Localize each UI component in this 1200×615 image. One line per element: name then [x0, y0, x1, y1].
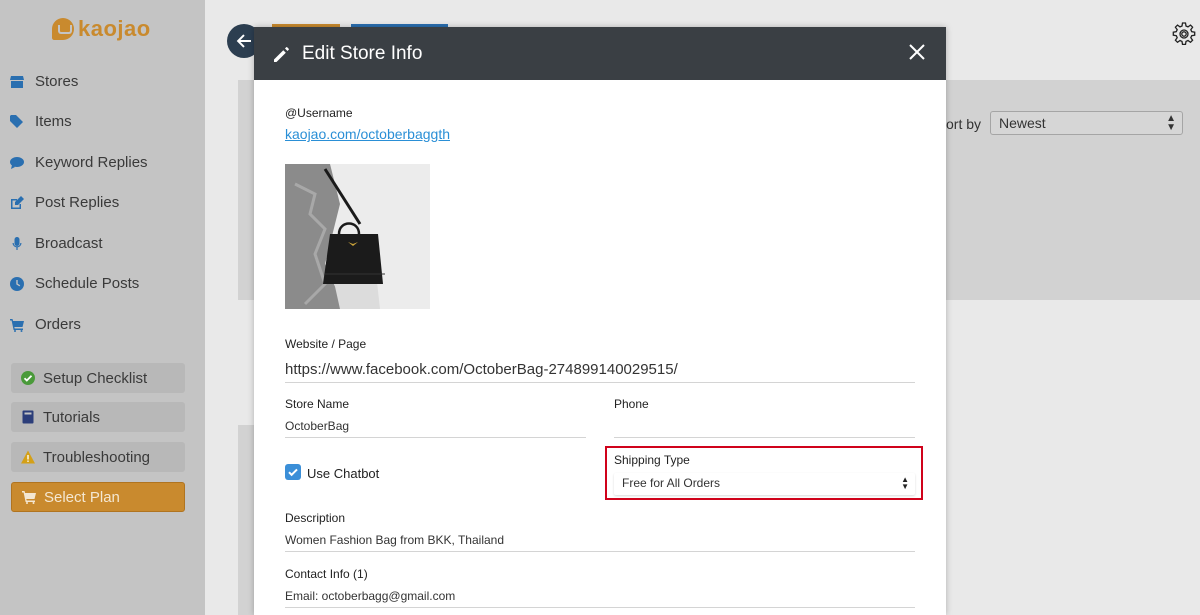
- contact-info-label: Contact Info (1): [285, 567, 368, 581]
- website-label: Website / Page: [285, 337, 367, 351]
- sidebar-item-label: Post Replies: [35, 194, 120, 211]
- sort-select[interactable]: Newest ▲ ▼: [990, 111, 1183, 135]
- shipping-type-label: Shipping Type: [614, 453, 690, 467]
- button-label: Setup Checklist: [43, 369, 148, 387]
- sidebar-item-schedule-posts[interactable]: Schedule Posts: [10, 275, 139, 292]
- description-label: Description: [285, 511, 346, 525]
- pencil-icon: [272, 44, 292, 64]
- checkmark-icon: [288, 468, 298, 477]
- cart-icon: [22, 490, 36, 504]
- setup-checklist-button[interactable]: Setup Checklist: [11, 363, 185, 393]
- select-plan-button[interactable]: Select Plan: [11, 482, 185, 512]
- store-photo: [285, 164, 430, 309]
- logo-icon: [52, 18, 74, 40]
- store-icon: [10, 75, 24, 89]
- shipping-type-value: Free for All Orders: [622, 476, 721, 490]
- store-name-input[interactable]: OctoberBag: [285, 419, 349, 433]
- modal-header: Edit Store Info: [254, 27, 946, 80]
- edit-store-modal: Edit Store Info @Username kaojao.com/oct…: [254, 27, 946, 615]
- cart-icon: [10, 318, 24, 332]
- chat-bubble-icon: [10, 156, 24, 170]
- check-circle-icon: [21, 371, 35, 385]
- store-image[interactable]: [285, 164, 430, 309]
- button-label: Select Plan: [44, 488, 120, 506]
- sidebar-item-label: Stores: [35, 73, 79, 90]
- sort-by-label: ort by: [946, 116, 982, 132]
- sidebar-item-keyword-replies[interactable]: Keyword Replies: [10, 154, 148, 171]
- sidebar-item-broadcast[interactable]: Broadcast: [10, 235, 103, 252]
- warning-icon: [21, 450, 35, 464]
- sidebar-item-orders[interactable]: Orders: [10, 316, 81, 333]
- use-chatbot-label: Use Chatbot: [307, 466, 380, 481]
- button-label: Troubleshooting: [43, 448, 151, 466]
- gear-icon: [1172, 22, 1196, 46]
- input-underline: [285, 551, 915, 552]
- tutorials-button[interactable]: Tutorials: [11, 402, 185, 432]
- select-arrows-icon: ▲ ▼: [901, 475, 909, 491]
- contact-info-input[interactable]: Email: octoberbagg@gmail.com: [285, 589, 455, 603]
- use-chatbot-checkbox[interactable]: [285, 464, 301, 480]
- phone-input[interactable]: [614, 419, 915, 435]
- sidebar-item-label: Schedule Posts: [35, 275, 140, 292]
- shipping-type-select[interactable]: Free for All Orders ▲ ▼: [614, 473, 915, 495]
- modal-title: Edit Store Info: [302, 42, 423, 64]
- select-arrows-icon: ▲ ▼: [1166, 113, 1176, 133]
- microphone-icon: [10, 236, 24, 251]
- sort-select-value: Newest: [999, 115, 1046, 131]
- sidebar-item-label: Broadcast: [35, 235, 103, 252]
- input-underline: [614, 437, 915, 438]
- arrow-left-icon: [236, 34, 251, 48]
- app-logo[interactable]: kaojao: [52, 16, 151, 42]
- sidebar-item-label: Orders: [35, 316, 81, 333]
- website-input[interactable]: https://www.facebook.com/OctoberBag-2748…: [285, 361, 678, 378]
- sidebar-item-label: Items: [35, 113, 72, 130]
- clock-icon: [10, 276, 24, 291]
- sidebar-item-label: Keyword Replies: [35, 154, 148, 171]
- description-input[interactable]: Women Fashion Bag from BKK, Thailand: [285, 533, 504, 547]
- troubleshooting-button[interactable]: Troubleshooting: [11, 442, 185, 472]
- tags-icon: [10, 114, 24, 129]
- close-icon: [909, 44, 925, 60]
- username-link[interactable]: kaojao.com/octoberbaggth: [285, 126, 450, 142]
- book-icon: [21, 410, 35, 424]
- edit-icon: [10, 195, 24, 210]
- phone-label: Phone: [614, 397, 649, 411]
- sidebar-item-stores[interactable]: Stores: [10, 73, 78, 90]
- button-label: Tutorials: [43, 408, 100, 426]
- username-label: @Username: [285, 106, 353, 120]
- sidebar-item-items[interactable]: Items: [10, 113, 72, 130]
- store-name-label: Store Name: [285, 397, 350, 411]
- input-underline: [285, 437, 586, 438]
- sidebar-item-post-replies[interactable]: Post Replies: [10, 194, 119, 211]
- close-button[interactable]: [908, 43, 926, 61]
- settings-button[interactable]: [1172, 22, 1196, 46]
- input-underline: [285, 382, 915, 383]
- sidebar: kaojao Stores Items Keyword Replies Post…: [0, 0, 205, 615]
- logo-text: kaojao: [78, 16, 151, 41]
- input-underline: [285, 607, 915, 608]
